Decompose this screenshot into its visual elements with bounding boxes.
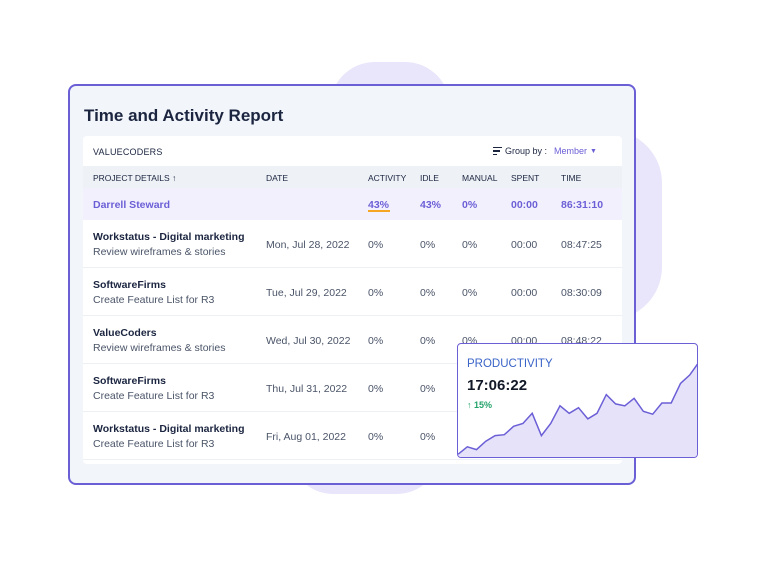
table-row[interactable]: SoftwareFirms Create Feature List for R3 T… — [83, 268, 622, 316]
group-by-control[interactable]: Group by : Member ▼ — [493, 146, 597, 156]
page-title: Time and Activity Report — [84, 106, 284, 125]
project-name[interactable]: ValueCoders — [93, 327, 225, 339]
row-activity: 0% — [368, 431, 384, 443]
column-header-manual[interactable]: MANUAL — [462, 173, 497, 183]
table-header: PROJECT DETAILS ↑ DATE ACTIVITY IDLE MAN… — [83, 166, 622, 188]
activity-underline — [368, 210, 390, 212]
task-name: Create Feature List for R3 — [93, 438, 215, 450]
row-date: Mon, Jul 28, 2022 — [266, 239, 350, 251]
member-name[interactable]: Darrell Steward — [93, 199, 170, 211]
productivity-label: PRODUCTIVITY — [467, 358, 553, 370]
project-name[interactable]: Workstatus - Digital marketing — [93, 231, 245, 243]
row-idle: 0% — [420, 383, 436, 395]
row-activity: 0% — [368, 335, 384, 347]
task-name: Create Feature List for R3 — [93, 294, 215, 306]
row-time: 08:47:25 — [561, 239, 602, 251]
row-idle: 0% — [420, 287, 436, 299]
task-name: Create Feature List for R3 — [93, 390, 215, 402]
row-date: Wed, Jul 30, 2022 — [266, 335, 351, 347]
summary-row[interactable]: Darrell Steward 43% 43% 0% 00:00 86:31:1… — [83, 188, 622, 220]
row-activity: 0% — [368, 239, 384, 251]
project-name[interactable]: SoftwareFirms — [93, 375, 214, 387]
productivity-time: 17:06:22 — [467, 377, 528, 394]
row-idle: 0% — [420, 335, 436, 347]
project-name[interactable]: Workstatus - Digital marketing — [93, 423, 245, 435]
row-spent: 00:00 — [511, 287, 538, 299]
column-header-date[interactable]: DATE — [266, 173, 288, 183]
project-details: SoftwareFirms Create Feature List for R3 — [93, 279, 214, 306]
row-manual: 0% — [462, 239, 478, 251]
filter-lines-icon — [493, 147, 502, 155]
row-activity: 0% — [368, 383, 384, 395]
row-idle: 0% — [420, 431, 436, 443]
chevron-down-icon[interactable]: ▼ — [590, 148, 597, 155]
project-details: SoftwareFirms Create Feature List for R3 — [93, 375, 214, 402]
summary-spent: 00:00 — [511, 199, 538, 211]
row-manual: 0% — [462, 287, 478, 299]
summary-manual: 0% — [462, 199, 478, 211]
project-details: Workstatus - Digital marketing Create Fea… — [93, 423, 245, 450]
row-idle: 0% — [420, 239, 436, 251]
table-row[interactable]: Workstatus - Digital marketing Review wir… — [83, 220, 622, 268]
project-name[interactable]: SoftwareFirms — [93, 279, 214, 291]
summary-time: 86:31:10 — [561, 199, 604, 211]
organization-name: VALUECODERS — [93, 147, 163, 157]
project-details: Workstatus - Digital marketing Review wir… — [93, 231, 245, 258]
group-by-value[interactable]: Member — [554, 146, 587, 156]
row-date: Thu, Jul 31, 2022 — [266, 383, 348, 395]
panel-toolbar: VALUECODERS Group by : Member ▼ — [83, 136, 622, 166]
column-header-time[interactable]: TIME — [561, 173, 581, 183]
task-name: Review wireframes & stories — [93, 342, 226, 354]
row-spent: 00:00 — [511, 239, 538, 251]
column-header-idle[interactable]: IDLE — [420, 173, 439, 183]
row-date: Tue, Jul 29, 2022 — [266, 287, 347, 299]
row-time: 08:30:09 — [561, 287, 602, 299]
row-date: Fri, Aug 01, 2022 — [266, 431, 346, 443]
project-details: ValueCoders Review wireframes & stories — [93, 327, 225, 354]
column-header-project[interactable]: PROJECT DETAILS ↑ — [93, 173, 176, 183]
row-activity: 0% — [368, 287, 384, 299]
productivity-delta: ↑ 15% — [467, 400, 493, 410]
task-name: Review wireframes & stories — [93, 246, 226, 258]
column-header-spent[interactable]: SPENT — [511, 173, 539, 183]
productivity-card: PRODUCTIVITY 17:06:22 ↑ 15% — [457, 343, 698, 458]
summary-idle: 43% — [420, 199, 442, 211]
group-by-label: Group by : — [505, 146, 548, 156]
column-header-activity[interactable]: ACTIVITY — [368, 173, 406, 183]
